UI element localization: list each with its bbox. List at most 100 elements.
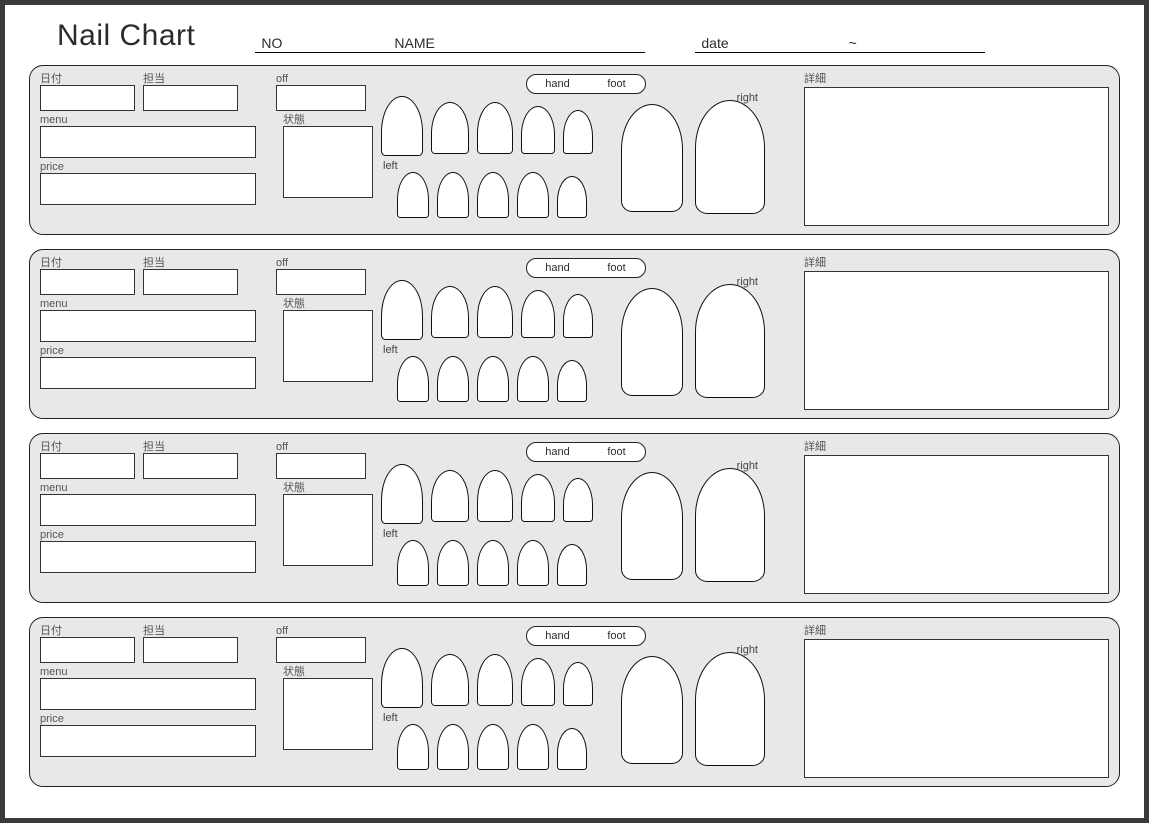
nail-large-icon[interactable]	[695, 468, 765, 582]
nail-icon[interactable]	[557, 176, 587, 218]
nail-icon[interactable]	[381, 648, 423, 708]
nail-icon[interactable]	[563, 478, 593, 522]
menu-input[interactable]	[40, 126, 256, 158]
foot-option[interactable]: foot	[607, 78, 625, 90]
nail-icon[interactable]	[431, 102, 469, 154]
nail-icon[interactable]	[477, 724, 509, 770]
staff-input[interactable]	[143, 85, 238, 111]
date-input[interactable]	[40, 269, 135, 295]
hand-foot-toggle[interactable]: handfoot	[526, 626, 646, 646]
state-input[interactable]	[283, 494, 373, 566]
price-input[interactable]	[40, 357, 256, 389]
nail-icon[interactable]	[437, 540, 469, 586]
nail-icon[interactable]	[517, 172, 549, 218]
no-label: NO	[255, 35, 288, 52]
nail-icon[interactable]	[521, 106, 555, 154]
state-field: 状態	[283, 115, 373, 198]
nail-icon[interactable]	[431, 286, 469, 338]
nail-icon[interactable]	[397, 540, 429, 586]
price-input[interactable]	[40, 725, 256, 757]
date-range-field[interactable]: date ~	[695, 29, 985, 53]
detail-field: 詳細	[798, 72, 1111, 228]
record-row: 日付 担当 off menu price 状態 handfoot right l…	[29, 617, 1120, 787]
staff-input[interactable]	[143, 453, 238, 479]
off-field: off	[276, 74, 366, 111]
off-input[interactable]	[276, 269, 366, 295]
nail-icon[interactable]	[381, 464, 423, 524]
date-field: 日付	[40, 74, 135, 111]
nail-icon[interactable]	[437, 356, 469, 402]
nail-icon[interactable]	[437, 172, 469, 218]
detail-input[interactable]	[804, 639, 1109, 778]
record-info: 日付 担当 off menu price 状態	[38, 624, 373, 780]
nail-icon[interactable]	[563, 294, 593, 338]
nail-icon[interactable]	[477, 286, 513, 338]
off-input[interactable]	[276, 85, 366, 111]
date-input[interactable]	[40, 85, 135, 111]
nail-large-icon[interactable]	[695, 100, 765, 214]
hand-foot-toggle[interactable]: hand foot	[526, 74, 646, 94]
nail-large-icon[interactable]	[621, 472, 683, 580]
nail-icon[interactable]	[477, 470, 513, 522]
nail-icon[interactable]	[521, 290, 555, 338]
nail-large-icon[interactable]	[695, 652, 765, 766]
menu-input[interactable]	[40, 678, 256, 710]
nail-large-icon[interactable]	[621, 288, 683, 396]
no-name-field[interactable]: NO NAME	[255, 29, 645, 53]
nail-icon[interactable]	[431, 654, 469, 706]
state-input[interactable]	[283, 126, 373, 198]
nail-icon[interactable]	[381, 96, 423, 156]
nail-icon[interactable]	[521, 658, 555, 706]
nail-icon[interactable]	[477, 540, 509, 586]
nail-icon[interactable]	[477, 172, 509, 218]
left-label: left	[383, 160, 398, 172]
date-input[interactable]	[40, 453, 135, 479]
record-info: 日付 担当 off menu price 状態	[38, 440, 373, 596]
detail-input[interactable]	[804, 455, 1109, 594]
off-input[interactable]	[276, 637, 366, 663]
menu-field: menu	[40, 115, 256, 158]
hand-foot-toggle[interactable]: handfoot	[526, 442, 646, 462]
nail-icon[interactable]	[477, 654, 513, 706]
nail-large-icon[interactable]	[695, 284, 765, 398]
staff-input[interactable]	[143, 269, 238, 295]
header-fields: NO NAME date ~	[195, 29, 1120, 53]
price-input[interactable]	[40, 173, 256, 205]
nail-icon[interactable]	[477, 102, 513, 154]
price-input[interactable]	[40, 541, 256, 573]
state-input[interactable]	[283, 678, 373, 750]
date-label: date	[695, 35, 734, 52]
nail-icon[interactable]	[521, 474, 555, 522]
nail-icon[interactable]	[563, 662, 593, 706]
nail-icon[interactable]	[437, 724, 469, 770]
detail-input[interactable]	[804, 271, 1109, 410]
hand-option[interactable]: hand	[545, 78, 569, 90]
nail-icon[interactable]	[557, 728, 587, 770]
nail-icon[interactable]	[397, 356, 429, 402]
nail-icon[interactable]	[557, 360, 587, 402]
nail-icon[interactable]	[517, 356, 549, 402]
nail-large-icon[interactable]	[621, 104, 683, 212]
hand-foot-toggle[interactable]: handfoot	[526, 258, 646, 278]
nail-diagram: handfoot right left	[373, 440, 798, 596]
nail-icon[interactable]	[557, 544, 587, 586]
price-field: price	[40, 162, 256, 205]
nail-icon[interactable]	[517, 540, 549, 586]
staff-field: 担当	[143, 74, 238, 111]
detail-input[interactable]	[804, 87, 1109, 226]
nail-icon[interactable]	[517, 724, 549, 770]
nail-icon[interactable]	[397, 172, 429, 218]
off-input[interactable]	[276, 453, 366, 479]
nail-icon[interactable]	[431, 470, 469, 522]
menu-input[interactable]	[40, 494, 256, 526]
menu-input[interactable]	[40, 310, 256, 342]
nail-icon[interactable]	[397, 724, 429, 770]
nail-icon[interactable]	[563, 110, 593, 154]
nail-icon[interactable]	[381, 280, 423, 340]
nail-large-icon[interactable]	[621, 656, 683, 764]
date-input[interactable]	[40, 637, 135, 663]
staff-input[interactable]	[143, 637, 238, 663]
state-input[interactable]	[283, 310, 373, 382]
page-title: Nail Chart	[57, 19, 195, 53]
nail-icon[interactable]	[477, 356, 509, 402]
